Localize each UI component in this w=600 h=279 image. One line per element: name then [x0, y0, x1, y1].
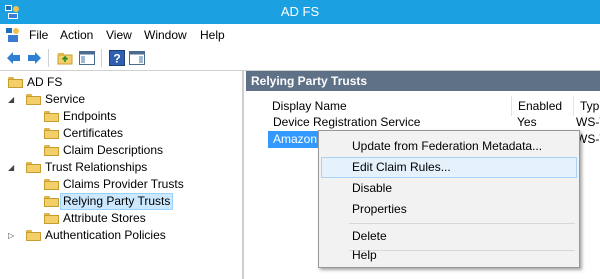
menu-bar: File Action View Window Help — [0, 24, 600, 47]
tree-label: Relying Party Trusts — [60, 193, 174, 210]
tree-label: Claims Provider Trusts — [63, 177, 184, 191]
tree-label: Authentication Policies — [45, 228, 166, 242]
forward-icon[interactable] — [25, 49, 43, 67]
cell-type: WS-T — [576, 115, 600, 129]
folder-icon — [8, 77, 23, 88]
menu-window[interactable]: Window — [144, 24, 187, 46]
column-header-display-name[interactable]: Display Name — [266, 96, 512, 116]
folder-icon — [44, 196, 59, 207]
menu-item-properties[interactable]: Properties — [321, 199, 577, 220]
column-header-type[interactable]: Type — [574, 96, 600, 116]
tree-label: Attribute Stores — [63, 211, 146, 225]
tree-label: Trust Relationships — [45, 160, 148, 174]
folder-icon — [26, 94, 41, 105]
collapse-arrow-icon[interactable]: ◢ — [8, 96, 16, 104]
tree-label: Endpoints — [63, 109, 117, 123]
menu-item-edit-claim-rules[interactable]: Edit Claim Rules... — [321, 157, 577, 178]
context-menu: Update from Federation Metadata... Edit … — [318, 130, 580, 268]
collapse-arrow-icon[interactable]: ◢ — [8, 164, 16, 172]
toolbar: ? — [0, 46, 600, 71]
menu-item-update-from-federation-metadata[interactable]: Update from Federation Metadata... — [321, 136, 577, 157]
console-tree: AD FS ◢ Service Endpoints Certificates C… — [0, 71, 244, 279]
tree-label: Service — [45, 92, 86, 106]
folder-icon — [44, 128, 59, 139]
table-row[interactable]: Device Registration Service Yes WS-T — [246, 114, 600, 131]
folder-icon — [44, 111, 59, 122]
folder-icon — [26, 230, 41, 241]
column-header-enabled[interactable]: Enabled — [512, 96, 574, 116]
folder-icon — [26, 162, 41, 173]
folder-icon — [44, 179, 59, 190]
show-hide-tree-icon[interactable] — [78, 49, 96, 67]
menu-action[interactable]: Action — [60, 24, 93, 46]
folder-icon — [44, 145, 59, 156]
window-title: AD FS — [280, 4, 320, 19]
toolbar-separator — [101, 49, 102, 67]
tree-label: Claim Descriptions — [63, 143, 164, 157]
title-bar: AD FS — [0, 0, 600, 24]
folder-icon — [44, 213, 59, 224]
expand-arrow-icon[interactable]: ▷ — [8, 232, 16, 240]
menu-separator — [349, 223, 575, 224]
help-icon[interactable]: ? — [108, 49, 126, 67]
pane-title: Relying Party Trusts — [246, 71, 600, 91]
menu-help[interactable]: Help — [200, 24, 225, 46]
back-icon[interactable] — [5, 49, 23, 67]
up-folder-icon[interactable] — [56, 49, 74, 67]
menu-view[interactable]: View — [106, 24, 132, 46]
cell-enabled: Yes — [517, 115, 537, 129]
tree-label: Certificates — [63, 126, 124, 140]
svg-text:?: ? — [113, 52, 120, 66]
menu-file[interactable]: File — [29, 24, 48, 46]
show-hide-action-pane-icon[interactable] — [128, 49, 146, 67]
menu-item-delete[interactable]: Delete — [321, 226, 577, 247]
menu-item-help[interactable]: Help — [321, 245, 577, 266]
menu-item-disable[interactable]: Disable — [321, 178, 577, 199]
toolbar-separator — [48, 49, 49, 67]
tree-label: AD FS — [27, 75, 63, 89]
console-icon[interactable] — [5, 27, 21, 43]
cell-display-name: Device Registration Service — [273, 115, 421, 129]
